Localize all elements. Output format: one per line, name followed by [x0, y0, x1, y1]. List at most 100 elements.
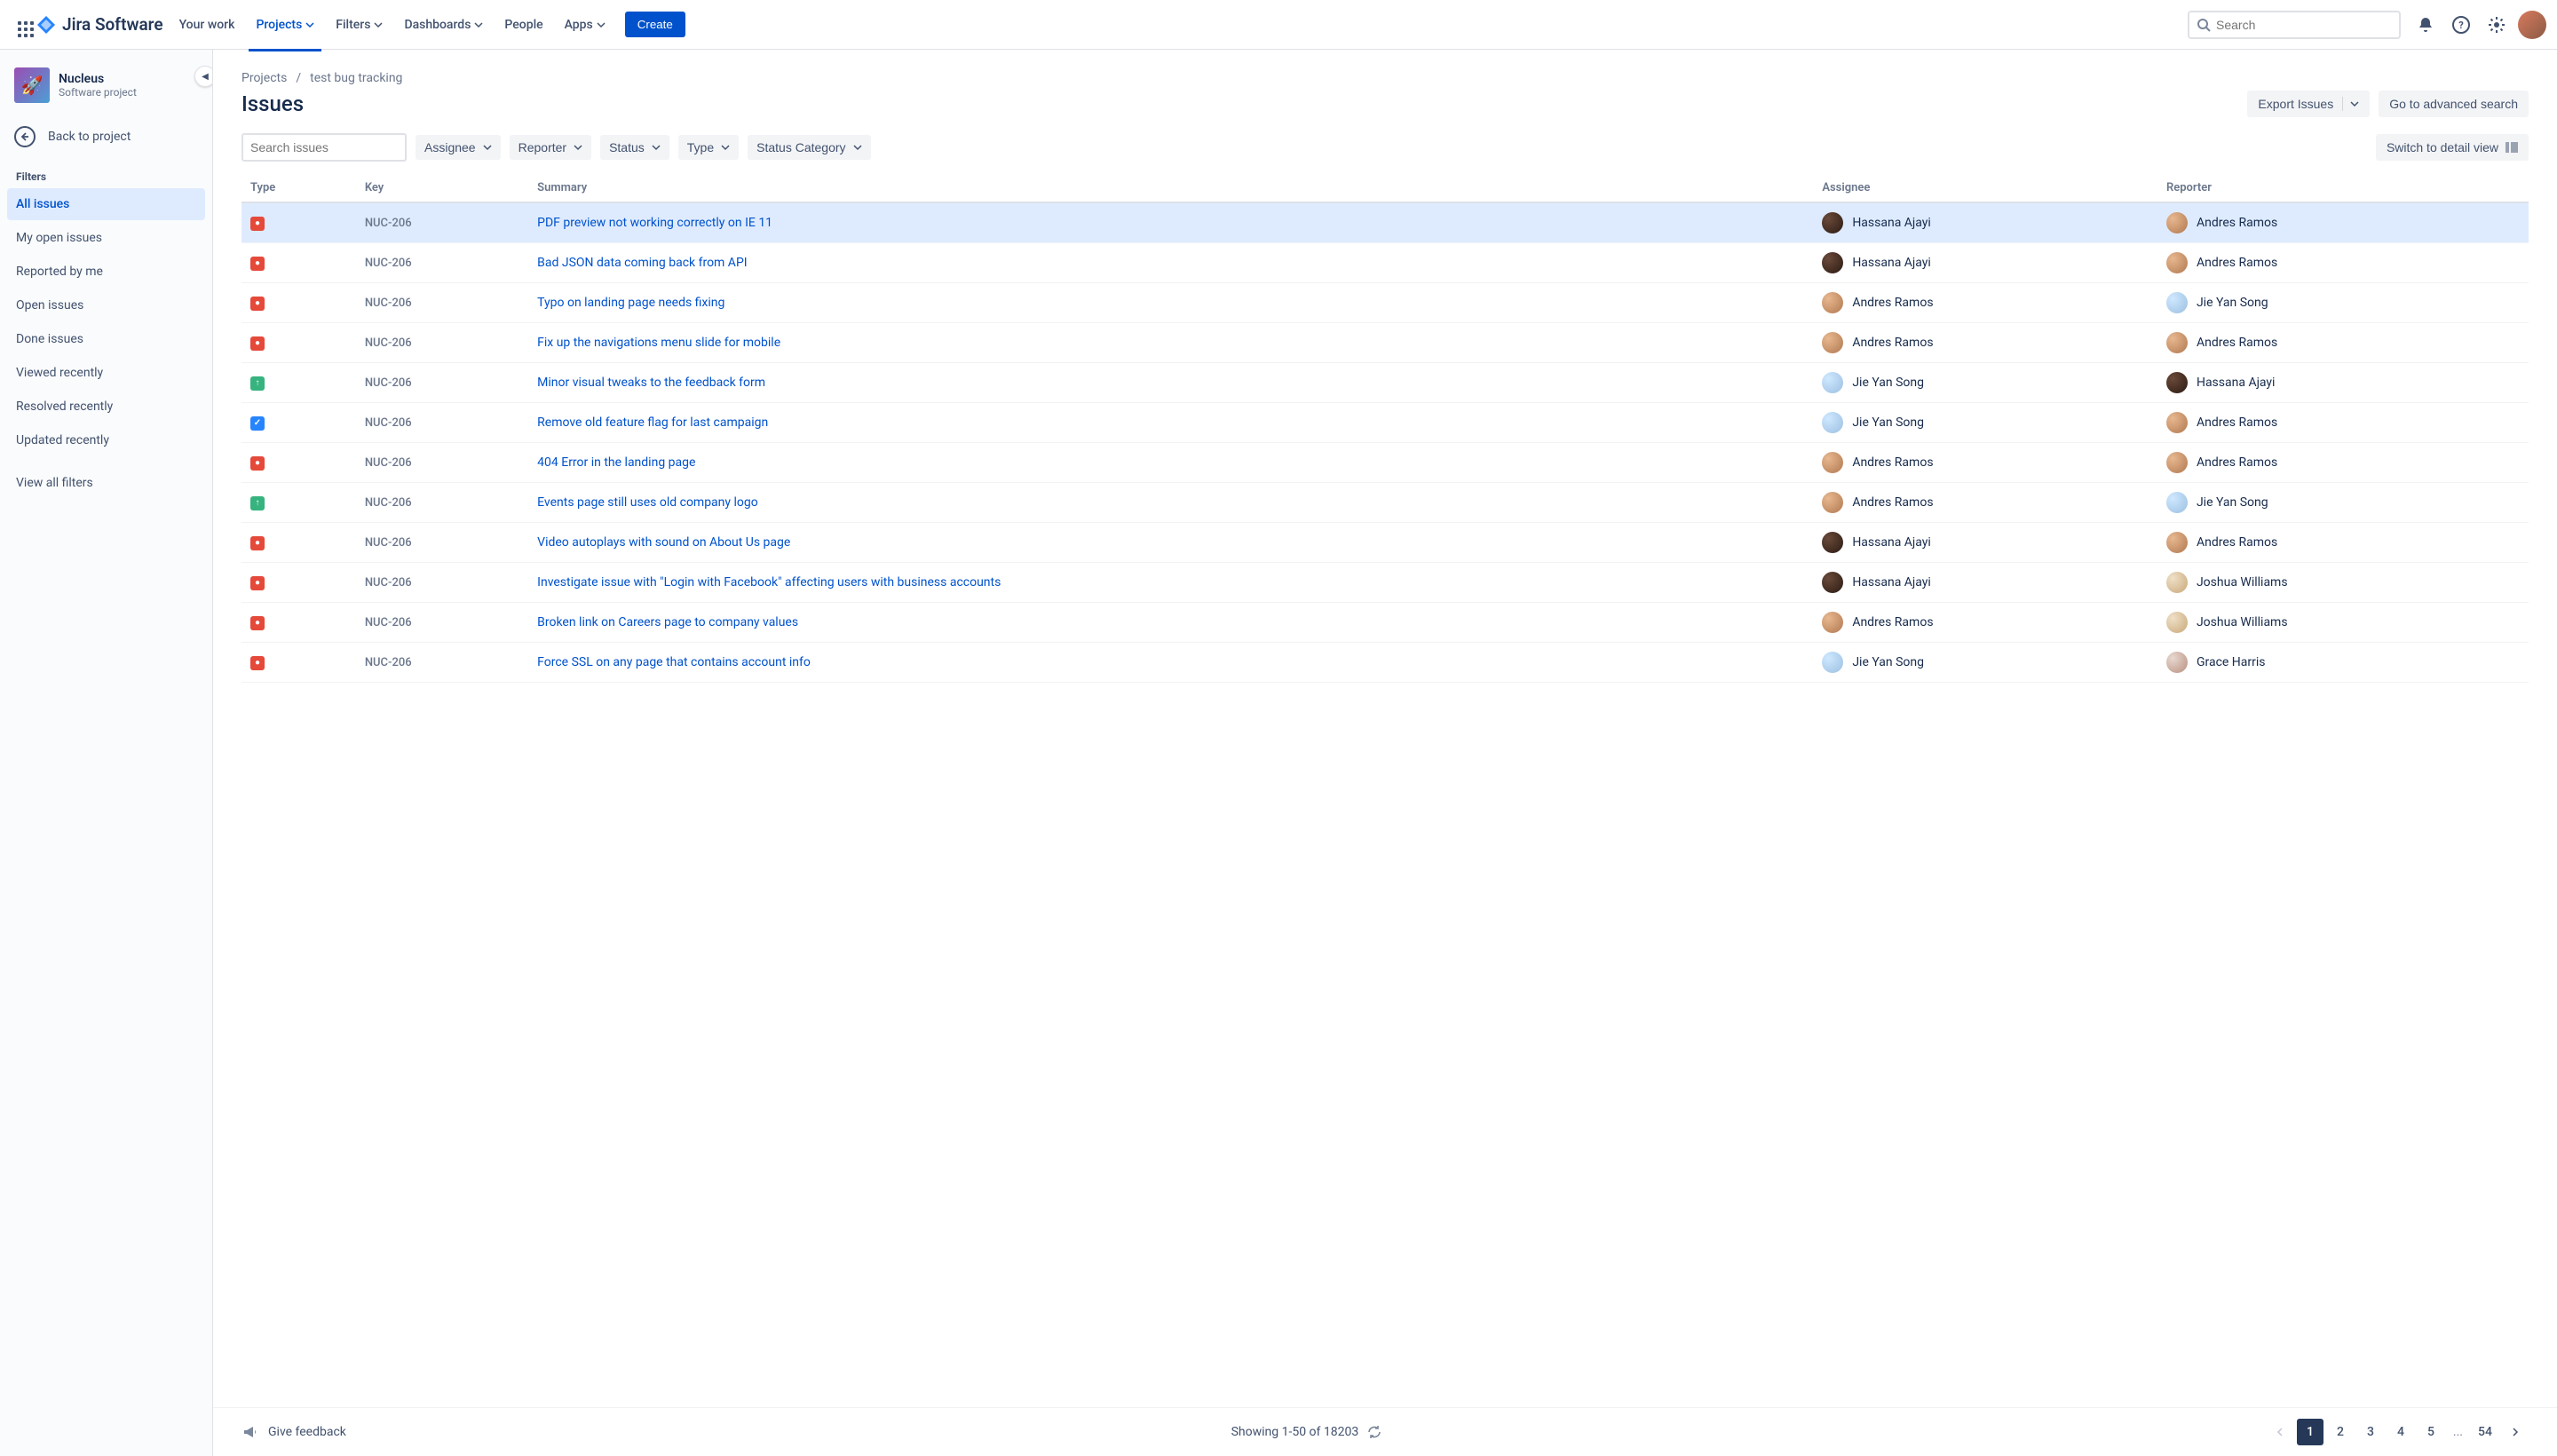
nav-people[interactable]: People: [495, 12, 551, 37]
app-switcher-icon[interactable]: [11, 14, 32, 36]
assignee-cell[interactable]: Hassana Ajayi: [1822, 532, 2149, 553]
filter-status-category[interactable]: Status Category: [748, 135, 870, 160]
table-row[interactable]: ●NUC-206Typo on landing page needs fixin…: [241, 283, 2529, 323]
issue-key[interactable]: NUC-206: [356, 603, 528, 643]
issue-search[interactable]: [241, 133, 407, 162]
page-number[interactable]: 4: [2387, 1419, 2414, 1445]
issue-key[interactable]: NUC-206: [356, 523, 528, 563]
table-row[interactable]: ↑NUC-206Events page still uses old compa…: [241, 483, 2529, 523]
table-row[interactable]: ✓NUC-206Remove old feature flag for last…: [241, 403, 2529, 443]
nav-filters[interactable]: Filters: [327, 12, 392, 37]
global-search-input[interactable]: [2216, 18, 2392, 32]
reporter-cell[interactable]: Andres Ramos: [2166, 452, 2520, 473]
assignee-cell[interactable]: Hassana Ajayi: [1822, 572, 2149, 593]
advanced-search-button[interactable]: Go to advanced search: [2379, 91, 2529, 117]
issue-key[interactable]: NUC-206: [356, 202, 528, 243]
issue-key[interactable]: NUC-206: [356, 363, 528, 403]
assignee-cell[interactable]: Andres Ramos: [1822, 452, 2149, 473]
reporter-cell[interactable]: Jie Yan Song: [2166, 292, 2520, 313]
sidebar-collapse-icon[interactable]: ◀: [194, 66, 213, 87]
export-issues-button[interactable]: Export Issues: [2247, 91, 2370, 117]
back-to-project[interactable]: Back to project: [7, 117, 205, 156]
page-next[interactable]: [2502, 1419, 2529, 1445]
sidebar-filter-item[interactable]: Done issues: [7, 323, 205, 355]
assignee-cell[interactable]: Hassana Ajayi: [1822, 252, 2149, 273]
reporter-cell[interactable]: Andres Ramos: [2166, 252, 2520, 273]
global-search[interactable]: [2188, 11, 2401, 39]
sidebar-filter-item[interactable]: Updated recently: [7, 424, 205, 456]
issue-summary-link[interactable]: Bad JSON data coming back from API: [537, 256, 747, 270]
issue-key[interactable]: NUC-206: [356, 403, 528, 443]
issue-key[interactable]: NUC-206: [356, 563, 528, 603]
filter-reporter[interactable]: Reporter: [510, 135, 591, 160]
profile-avatar[interactable]: [2518, 11, 2546, 39]
sidebar-filter-item[interactable]: Open issues: [7, 289, 205, 321]
refresh-icon[interactable]: [1367, 1425, 1381, 1439]
nav-projects[interactable]: Projects: [247, 12, 323, 37]
issue-summary-link[interactable]: Fix up the navigations menu slide for mo…: [537, 336, 780, 350]
assignee-cell[interactable]: Jie Yan Song: [1822, 412, 2149, 433]
sidebar-filter-item[interactable]: Resolved recently: [7, 391, 205, 423]
issue-summary-link[interactable]: Force SSL on any page that contains acco…: [537, 655, 811, 669]
table-row[interactable]: ●NUC-206Force SSL on any page that conta…: [241, 643, 2529, 683]
table-row[interactable]: ●NUC-206Investigate issue with "Login wi…: [241, 563, 2529, 603]
sidebar-filter-item[interactable]: All issues: [7, 188, 205, 220]
col-reporter[interactable]: Reporter: [2157, 174, 2529, 202]
nav-apps[interactable]: Apps: [556, 12, 614, 37]
notifications-icon[interactable]: [2411, 11, 2440, 39]
view-all-filters[interactable]: View all filters: [7, 467, 205, 499]
assignee-cell[interactable]: Andres Ramos: [1822, 492, 2149, 513]
page-number[interactable]: 5: [2418, 1419, 2444, 1445]
issue-key[interactable]: NUC-206: [356, 643, 528, 683]
col-summary[interactable]: Summary: [528, 174, 1813, 202]
sidebar-filter-item[interactable]: Reported by me: [7, 256, 205, 288]
issue-summary-link[interactable]: Events page still uses old company logo: [537, 495, 758, 510]
table-row[interactable]: ●NUC-206404 Error in the landing pageAnd…: [241, 443, 2529, 483]
issue-summary-link[interactable]: Broken link on Careers page to company v…: [537, 615, 798, 629]
settings-icon[interactable]: [2482, 11, 2511, 39]
col-key[interactable]: Key: [356, 174, 528, 202]
reporter-cell[interactable]: Hassana Ajayi: [2166, 372, 2520, 393]
assignee-cell[interactable]: Andres Ramos: [1822, 292, 2149, 313]
issue-summary-link[interactable]: 404 Error in the landing page: [537, 455, 695, 470]
breadcrumb-projects[interactable]: Projects: [241, 71, 287, 85]
table-row[interactable]: ●NUC-206PDF preview not working correctl…: [241, 202, 2529, 243]
filter-status[interactable]: Status: [600, 135, 669, 160]
issue-search-input[interactable]: [250, 140, 411, 154]
nav-your-work[interactable]: Your work: [170, 12, 244, 37]
jira-logo[interactable]: Jira Software: [36, 14, 163, 36]
assignee-cell[interactable]: Hassana Ajayi: [1822, 212, 2149, 233]
reporter-cell[interactable]: Andres Ramos: [2166, 412, 2520, 433]
reporter-cell[interactable]: Grace Harris: [2166, 652, 2520, 673]
reporter-cell[interactable]: Andres Ramos: [2166, 212, 2520, 233]
col-assignee[interactable]: Assignee: [1813, 174, 2157, 202]
issue-key[interactable]: NUC-206: [356, 283, 528, 323]
assignee-cell[interactable]: Andres Ramos: [1822, 332, 2149, 353]
assignee-cell[interactable]: Andres Ramos: [1822, 612, 2149, 633]
issue-key[interactable]: NUC-206: [356, 443, 528, 483]
assignee-cell[interactable]: Jie Yan Song: [1822, 372, 2149, 393]
table-row[interactable]: ↑NUC-206Minor visual tweaks to the feedb…: [241, 363, 2529, 403]
table-row[interactable]: ●NUC-206Video autoplays with sound on Ab…: [241, 523, 2529, 563]
assignee-cell[interactable]: Jie Yan Song: [1822, 652, 2149, 673]
switch-detail-view-button[interactable]: Switch to detail view: [2376, 134, 2529, 161]
issue-key[interactable]: NUC-206: [356, 243, 528, 283]
help-icon[interactable]: ?: [2447, 11, 2475, 39]
col-type[interactable]: Type: [241, 174, 356, 202]
table-row[interactable]: ●NUC-206Broken link on Careers page to c…: [241, 603, 2529, 643]
page-prev[interactable]: [2267, 1419, 2293, 1445]
issue-key[interactable]: NUC-206: [356, 483, 528, 523]
filter-assignee[interactable]: Assignee: [416, 135, 501, 160]
reporter-cell[interactable]: Andres Ramos: [2166, 332, 2520, 353]
sidebar-filter-item[interactable]: Viewed recently: [7, 357, 205, 389]
give-feedback[interactable]: Give feedback: [241, 1423, 346, 1441]
issue-summary-link[interactable]: Typo on landing page needs fixing: [537, 296, 724, 310]
page-last[interactable]: 54: [2472, 1419, 2498, 1445]
create-button[interactable]: Create: [625, 12, 685, 37]
table-row[interactable]: ●NUC-206Bad JSON data coming back from A…: [241, 243, 2529, 283]
issue-summary-link[interactable]: Video autoplays with sound on About Us p…: [537, 535, 790, 550]
reporter-cell[interactable]: Joshua Williams: [2166, 612, 2520, 633]
sidebar-filter-item[interactable]: My open issues: [7, 222, 205, 254]
issue-summary-link[interactable]: Minor visual tweaks to the feedback form: [537, 376, 765, 390]
page-number[interactable]: 3: [2357, 1419, 2384, 1445]
